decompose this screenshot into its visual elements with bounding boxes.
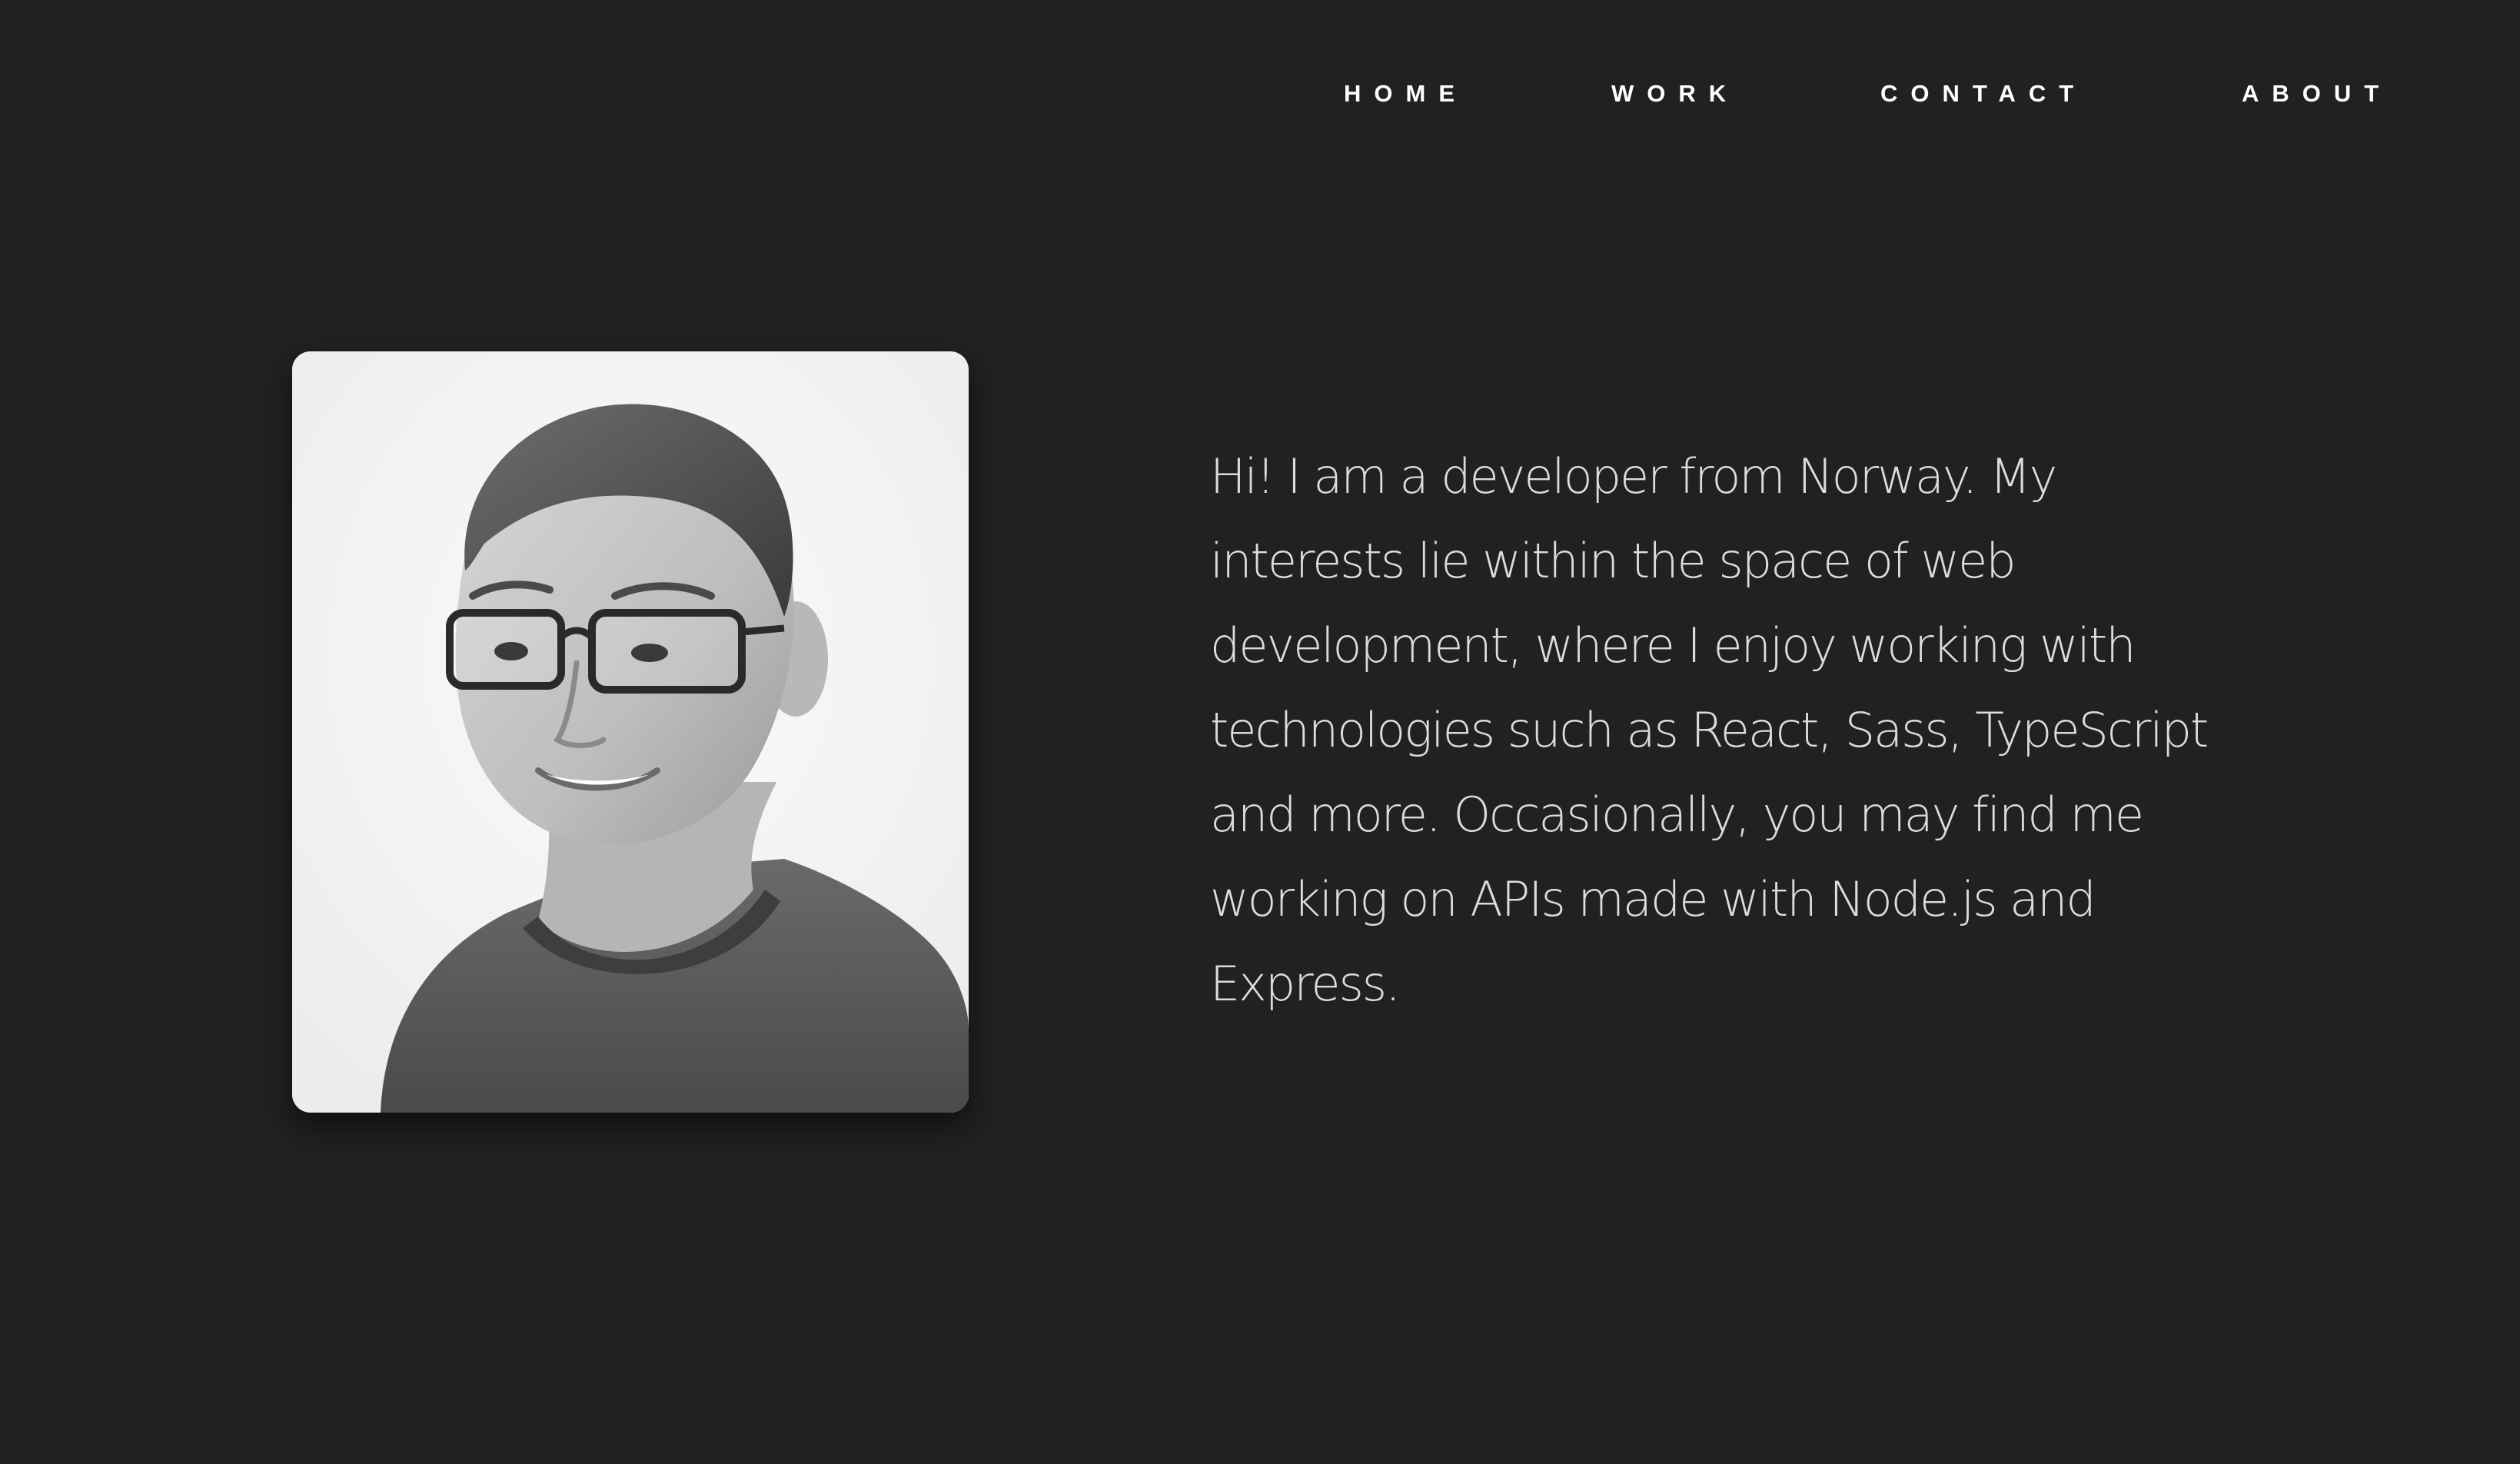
profile-photo: [292, 351, 969, 1113]
nav-link-about[interactable]: ABOUT: [2242, 75, 2392, 112]
nav-link-home[interactable]: HOME: [1344, 75, 1468, 112]
nav-link-work[interactable]: WORK: [1611, 75, 1739, 112]
nav-link-contact[interactable]: CONTACT: [1880, 75, 2086, 112]
main-nav: HOME WORK CONTACT ABOUT: [0, 75, 2520, 112]
portrait-illustration: [292, 351, 969, 1113]
bio-text: Hi! I am a developer from Norway. My int…: [1210, 448, 2209, 1012]
